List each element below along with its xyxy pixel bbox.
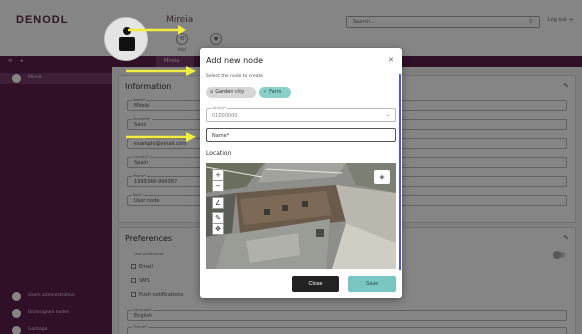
annotation-arrow-head-2 bbox=[186, 66, 196, 76]
app-root: DENODL Mireia ⟲ Add ◉ ⚲ Log out ⇥ ≡ ◂ Mi… bbox=[0, 0, 582, 334]
annotation-arrows bbox=[126, 25, 196, 142]
annotation-arrow-head-1 bbox=[178, 25, 186, 35]
annotation-arrow-head-3 bbox=[186, 132, 196, 142]
